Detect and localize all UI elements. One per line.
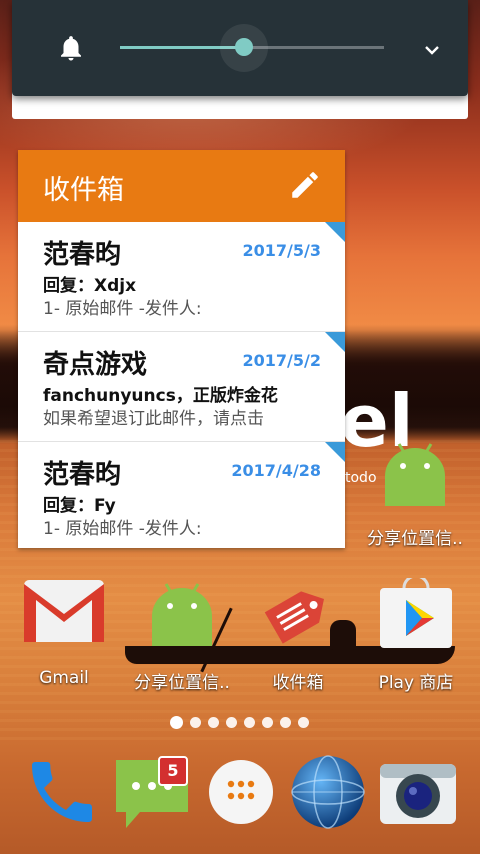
app-label: 分享位置信..	[367, 529, 463, 549]
mail-snippet: 如果希望退订此邮件，请点击	[43, 409, 264, 429]
dock-camera[interactable]	[378, 752, 458, 832]
unread-count-badge: 5	[158, 756, 188, 786]
inbox-widget-header[interactable]: 收件箱	[18, 150, 345, 222]
app-inbox[interactable]: 收件箱	[238, 578, 358, 693]
app-share-location-top[interactable]: 分享位置信..	[355, 438, 475, 549]
globe-icon	[291, 755, 365, 829]
chevron-down-icon[interactable]	[420, 38, 444, 62]
dock-phone[interactable]	[22, 752, 102, 832]
unread-marker	[325, 222, 345, 242]
mail-item[interactable]: 奇点游戏 2017/5/2 fanchunyuncs，正版炸金花 如果希望退订此…	[18, 332, 345, 442]
mail-sender: 范春昀	[43, 240, 122, 270]
page-indicator	[170, 716, 309, 729]
mail-subject: fanchunyuncs，正版炸金花	[43, 386, 278, 406]
app-drawer-icon	[209, 760, 273, 824]
gmail-icon	[24, 580, 104, 642]
dock-app-drawer[interactable]	[201, 752, 281, 832]
mail-subject: 回复：Fy	[43, 496, 116, 516]
volume-slider-thumb[interactable]	[235, 38, 254, 56]
page-dot[interactable]	[298, 717, 309, 728]
page-dot[interactable]	[208, 717, 219, 728]
mail-date: 2017/5/2	[242, 351, 321, 370]
unread-marker	[325, 442, 345, 462]
bell-icon[interactable]	[56, 32, 86, 64]
page-dot[interactable]	[262, 717, 273, 728]
app-label: Play 商店	[378, 673, 454, 693]
mail-sender: 奇点游戏	[43, 350, 148, 380]
unread-marker	[325, 332, 345, 352]
mail-sender: 范春昀	[43, 460, 122, 490]
page-dot-active[interactable]	[170, 716, 183, 729]
play-store-icon	[380, 578, 452, 648]
inbox-icon	[264, 591, 324, 644]
mail-snippet: 1- 原始邮件 -发件人:	[43, 299, 202, 319]
app-play-store[interactable]: Play 商店	[356, 578, 476, 693]
page-dot[interactable]	[226, 717, 237, 728]
app-share-location[interactable]: 分享位置信..	[122, 578, 242, 693]
mail-snippet: 1- 原始邮件 -发件人:	[43, 519, 202, 539]
volume-panel	[12, 0, 468, 96]
app-label: 分享位置信..	[134, 673, 230, 693]
app-label: Gmail	[39, 668, 89, 688]
android-icon	[385, 443, 445, 506]
volume-slider[interactable]	[120, 24, 384, 72]
inbox-widget: 收件箱 范春昀 2017/5/3 回复：Xdjx 1- 原始邮件 -发件人: 奇…	[18, 150, 345, 548]
pencil-icon[interactable]	[288, 168, 322, 202]
mail-date: 2017/4/28	[231, 461, 321, 480]
page-dot[interactable]	[244, 717, 255, 728]
dock-browser[interactable]	[288, 752, 368, 832]
phone-icon	[32, 762, 92, 822]
mail-date: 2017/5/3	[242, 241, 321, 260]
page-dot[interactable]	[190, 717, 201, 728]
mail-item[interactable]: 范春昀 2017/4/28 回复：Fy 1- 原始邮件 -发件人:	[18, 442, 345, 548]
camera-icon	[380, 764, 456, 824]
app-label: 收件箱	[272, 673, 324, 693]
mail-subject: 回复：Xdjx	[43, 276, 137, 296]
app-gmail[interactable]: Gmail	[4, 580, 124, 688]
page-dot[interactable]	[280, 717, 291, 728]
mail-item[interactable]: 范春昀 2017/5/3 回复：Xdjx 1- 原始邮件 -发件人:	[18, 222, 345, 332]
android-icon	[152, 583, 212, 646]
inbox-widget-title: 收件箱	[43, 175, 124, 206]
